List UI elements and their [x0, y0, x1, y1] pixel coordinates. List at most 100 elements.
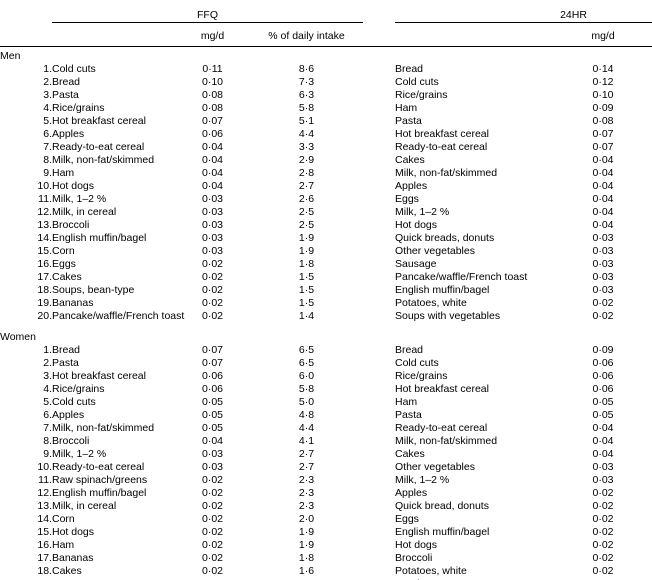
ffq-mgd-cell: 0·02 [201, 487, 223, 499]
group-label: Men [0, 50, 21, 62]
hr24-mgd-cell: 0·02 [592, 500, 614, 512]
ffq-pct-cell: 1·8 [298, 552, 315, 564]
ffq-pct-cell: 2·6 [298, 193, 315, 205]
column-gap-cell [363, 245, 395, 258]
ffq-pct-cell: 7·3 [298, 76, 315, 88]
rank-cell: 1. [43, 63, 52, 75]
hr24-pct-cell: 1·7 [639, 271, 652, 284]
ffq-mgd-cell: 0·03 [201, 206, 223, 218]
ffq-mgd-cell: 0·03 [201, 193, 223, 205]
ffq-food-cell: Eggs [52, 258, 76, 270]
hr24-mgd-cell: 0·02 [592, 526, 614, 538]
hr24-pct-cell: 4·5 [639, 396, 652, 409]
hr24-food-cell: Pasta [395, 115, 422, 127]
table-row: 18. Soups, bean-type 0·02 1·5 English muffin… [0, 284, 652, 297]
ffq-mgd-cell: 0·04 [201, 154, 223, 166]
hr24-food-cell: Ready-to-eat cereal [395, 141, 488, 153]
hr24-pct-cell: 4·2 [639, 141, 652, 154]
column-gap-cell [363, 435, 395, 448]
hr24-pct-cell: 5·5 [639, 102, 652, 115]
rank-cell: 2. [43, 357, 52, 369]
hr24-pct-cell: 1·7 [639, 258, 652, 271]
hr24-food-cell: Ham [395, 102, 418, 114]
ffq-food-cell: Cold cuts [52, 396, 96, 408]
hr24-food-cell: Rice/grains [395, 370, 448, 382]
ffq-pct-cell: 5·1 [298, 115, 315, 127]
hr24-mgd-cell: 0·03 [592, 232, 614, 244]
hr24-food-cell: Rice/grains [395, 89, 448, 101]
ffq-mgd-cell: 0·07 [201, 357, 223, 369]
hr24-mgd-cell: 0·02 [592, 513, 614, 525]
table-row: 10. Ready-to-eat cereal 0·03 2·7 Other veget… [0, 461, 652, 474]
table-row: 4.Rice/grains 0·08 5·8 Ham 0·09 5·5 [0, 102, 652, 115]
rank-cell: 1. [43, 344, 52, 356]
hr24-pct-cell: 6·3 [639, 89, 652, 102]
ffq-mgd-cell: 0·08 [201, 89, 223, 101]
column-header-24hr-pct: % of daily intake [639, 22, 652, 47]
ffq-food-cell: Broccoli [52, 219, 90, 231]
hr24-mgd-cell: 0·04 [592, 154, 614, 166]
hr24-pct-cell: 4·4 [639, 409, 652, 422]
table-row: 8.Milk, non-fat/skimmed 0·04 2·9 Cakes 0·04 2… [0, 154, 652, 167]
ffq-pct-cell: 2·0 [298, 513, 315, 525]
ffq-pct-cell: 1·6 [298, 565, 315, 577]
rank-cell: 16. [37, 539, 52, 551]
hr24-mgd-cell: 0·03 [592, 245, 614, 257]
ffq-mgd-cell: 0·06 [201, 370, 223, 382]
hr24-food-cell: English muffin/bagel [395, 526, 490, 538]
column-gap-cell [363, 115, 395, 128]
column-gap-cell [363, 409, 395, 422]
ffq-food-cell: Milk, 1–2 % [52, 193, 107, 205]
hr24-food-cell: Bread [395, 63, 424, 75]
column-gap-cell [363, 284, 395, 297]
hr24-pct-cell: 1·6 [639, 539, 652, 552]
hr24-pct-cell: 3·5 [639, 435, 652, 448]
table-row: 8. Broccoli 0·04 4·1 Milk, non-fat/skimmed 0·… [0, 435, 652, 448]
ffq-pct-cell: 6·0 [298, 370, 315, 382]
ffq-food-cell: English muffin/bagel [52, 232, 147, 244]
column-gap-cell [363, 258, 395, 271]
hr24-mgd-cell: 0·04 [592, 167, 614, 179]
ffq-mgd-cell: 0·03 [201, 219, 223, 231]
hr24-mgd-cell: 0·02 [592, 297, 614, 309]
ffq-mgd-cell: 0·04 [201, 435, 223, 447]
hr24-pct-cell: 2·0 [639, 526, 652, 539]
ffq-mgd-cell: 0·02 [201, 552, 223, 564]
spanner-spacer-left [0, 0, 52, 23]
rank-cell: 8. [43, 435, 52, 447]
column-header-ffq-mgd: mg/d [175, 22, 250, 47]
spanner-ffq: FFQ [52, 0, 363, 23]
ffq-mgd-cell: 0·02 [201, 310, 223, 322]
ffq-mgd-cell: 0·05 [201, 422, 223, 434]
ffq-mgd-cell: 0·10 [201, 76, 223, 88]
column-gap-cell [363, 128, 395, 141]
table-row: 3. Hot breakfast cereal 0·06 6·0 Rice/grains… [0, 370, 652, 383]
hr24-pct-cell: 2·3 [639, 193, 652, 206]
rank-cell: 7. [43, 422, 52, 434]
hr24-food-cell: Quick breads, donuts [395, 232, 495, 244]
ffq-food-cell: Cakes [52, 271, 82, 283]
hr24-mgd-cell: 0·04 [592, 180, 614, 192]
rank-cell: 17. [37, 552, 52, 564]
column-gap-cell [363, 565, 395, 578]
subheader-row: mg/d % of daily intake mg/d % of daily i… [0, 22, 652, 47]
table-row: 6.Apples 0·05 4·8 Pasta 0·05 4·4 [0, 409, 652, 422]
ffq-pct-cell: 1·4 [298, 310, 315, 322]
hr24-food-cell: Potatoes, white [395, 297, 467, 309]
hr24-mgd-cell: 0·04 [592, 206, 614, 218]
ffq-food-cell: Raw spinach/greens [52, 474, 148, 486]
hr24-food-cell: Bread [395, 344, 424, 356]
ffq-pct-cell: 2·8 [298, 167, 315, 179]
column-gap-cell [363, 383, 395, 396]
hr24-food-cell: Cold cuts [395, 357, 439, 369]
hr24-mgd-cell: 0·12 [592, 76, 614, 88]
table-row: 13. Milk, in cereal 0·02 2·3 Quick bread, do… [0, 500, 652, 513]
ffq-mgd-cell: 0·07 [201, 115, 223, 127]
hr24-pct-cell: 7·7 [639, 76, 652, 89]
rank-cell: 6. [43, 409, 52, 421]
hr24-food-cell: Cakes [395, 448, 425, 460]
column-gap-cell [363, 448, 395, 461]
ffq-pct-cell: 2·3 [298, 487, 315, 499]
ffq-food-cell: Milk, 1–2 % [52, 448, 107, 460]
column-gap-cell [363, 180, 395, 193]
